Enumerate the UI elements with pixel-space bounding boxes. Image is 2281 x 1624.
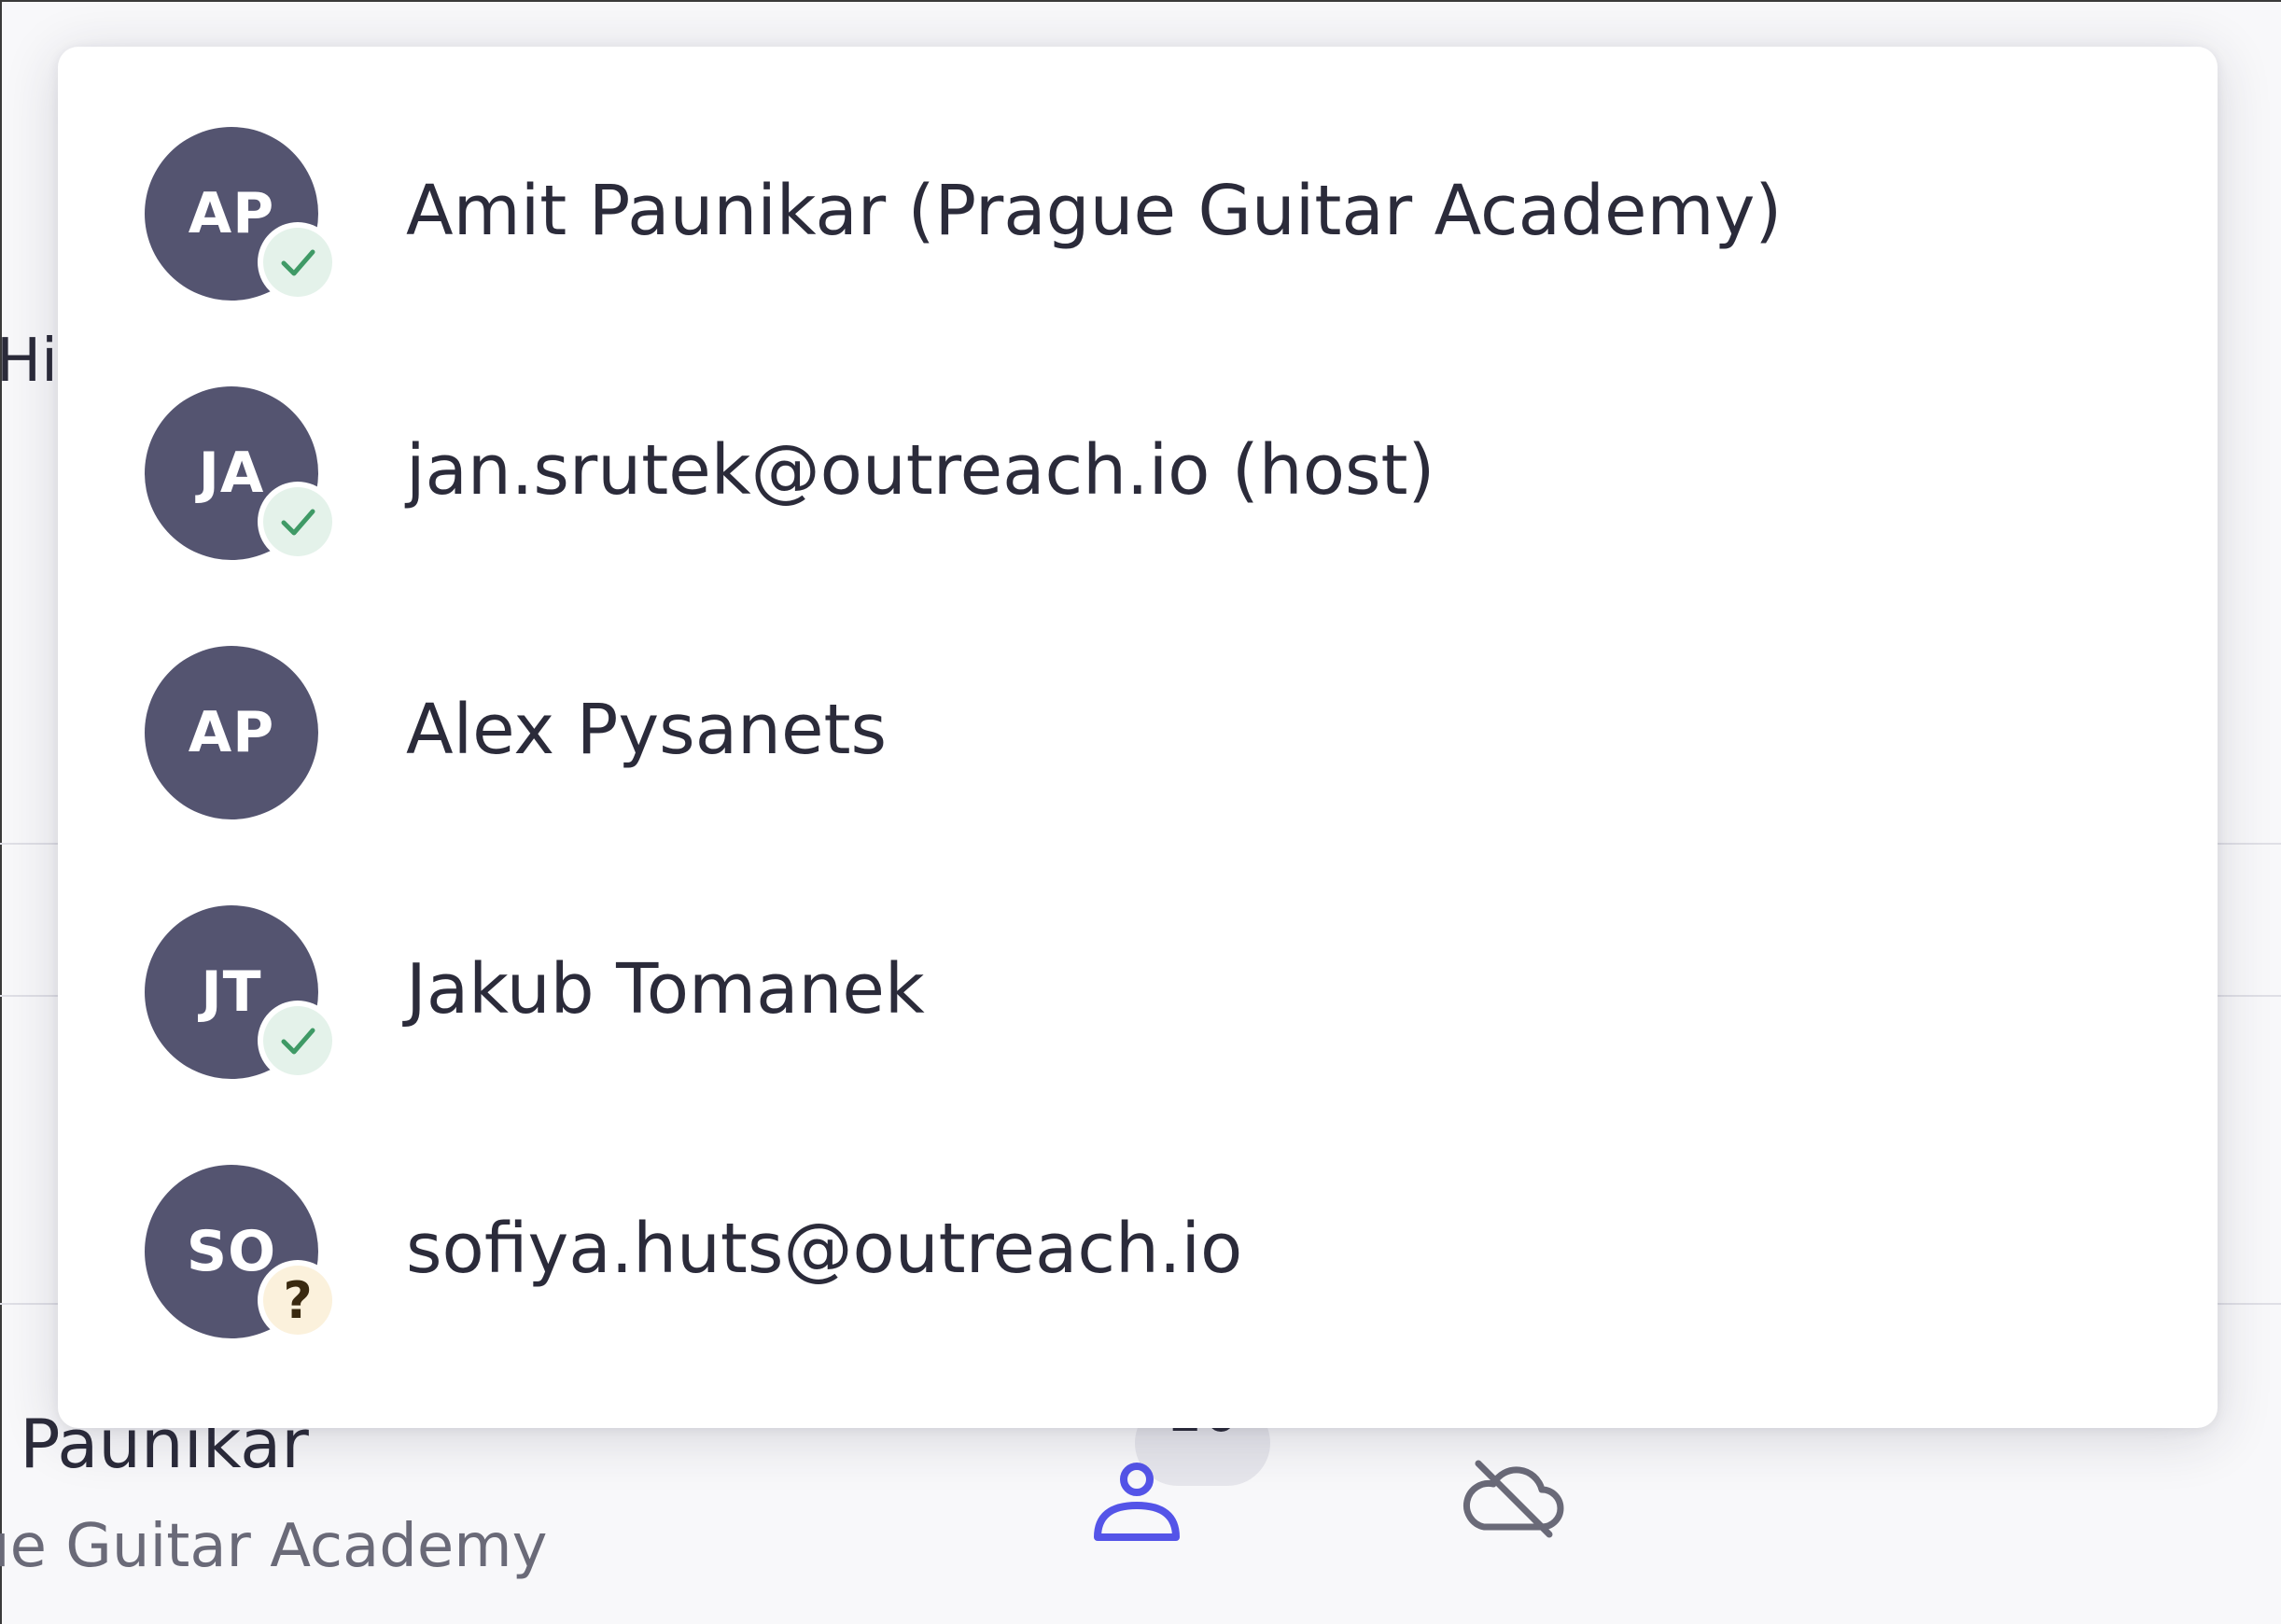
avatar: AP	[145, 646, 318, 819]
attendees-popover: AP Amit Paunikar (Prague Guitar Academy)…	[58, 47, 2218, 1428]
attendee-row[interactable]: JT Jakub Tomanek	[58, 866, 2218, 1090]
attendee-name: sofiya.huts@outreach.io	[406, 1209, 1243, 1289]
attendee-name: Amit Paunikar (Prague Guitar Academy)	[406, 171, 1783, 251]
accepted-check-icon	[263, 228, 332, 297]
attendee-row[interactable]: AP Alex Pysanets	[58, 607, 2218, 831]
attendee-name: Alex Pysanets	[406, 690, 888, 770]
organizer-org: ue Guitar Academy	[0, 1512, 548, 1581]
person-icon[interactable]	[1090, 1451, 1183, 1548]
attendee-row[interactable]: AP Amit Paunikar (Prague Guitar Academy)	[58, 88, 2218, 312]
tentative-question-icon: ?	[263, 1266, 332, 1335]
attendee-name: Jakub Tomanek	[406, 949, 925, 1029]
attendee-row[interactable]: SO ? sofiya.huts@outreach.io	[58, 1126, 2218, 1350]
accepted-check-icon	[263, 487, 332, 556]
accepted-check-icon	[263, 1006, 332, 1075]
cloud-off-icon[interactable]	[1456, 1456, 1568, 1544]
window-left-edge	[0, 0, 2, 1624]
partial-heading: Hi	[0, 327, 58, 396]
attendee-row[interactable]: JA jan.srutek@outreach.io (host)	[58, 347, 2218, 571]
attendee-name: jan.srutek@outreach.io (host)	[406, 430, 1435, 511]
window-top-edge	[0, 0, 2281, 2]
